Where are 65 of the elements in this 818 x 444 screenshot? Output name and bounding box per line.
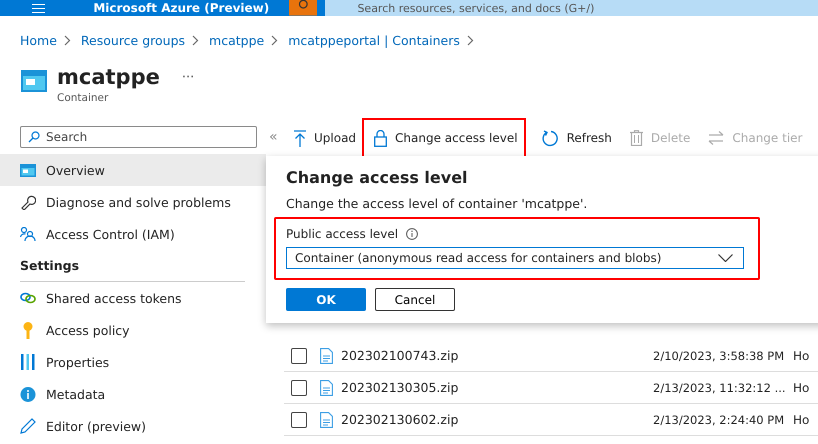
sidebar-item[interactable]: Diagnose and solve problems bbox=[0, 186, 266, 218]
link-icon bbox=[20, 292, 36, 304]
breadcrumb-link[interactable]: Home bbox=[20, 32, 57, 48]
more-button[interactable]: ··· bbox=[182, 70, 194, 84]
table-cell: Ho bbox=[793, 380, 810, 394]
file-name-link[interactable]: 202302130305.zip bbox=[341, 380, 653, 395]
sidebar-item[interactable]: Overview bbox=[0, 154, 266, 186]
dialog-button[interactable]: Cancel bbox=[375, 288, 455, 311]
toolbar-button[interactable]: Refresh bbox=[542, 130, 612, 146]
page-subtitle: Container bbox=[57, 92, 110, 104]
sidebar-item[interactable]: Shared access tokens bbox=[0, 282, 266, 314]
lock-icon bbox=[374, 130, 388, 146]
search-field[interactable]: Search resources, services, and docs (G+/) bbox=[325, 0, 818, 16]
pencil-icon bbox=[20, 418, 36, 434]
sidebar-item[interactable]: Access Control (IAM) bbox=[0, 218, 266, 250]
bars-icon bbox=[20, 354, 36, 370]
dialog-title: Change access level bbox=[286, 168, 469, 187]
upload-icon bbox=[294, 130, 306, 146]
search-icon bbox=[28, 131, 40, 143]
sidebar-item[interactable]: Access policy bbox=[0, 314, 266, 346]
sidebar-item[interactable]: Editor (preview) bbox=[0, 410, 266, 442]
table-cell-text: 2/13/2023, 2:24:40 PM bbox=[653, 412, 786, 426]
page-title: mcatppe bbox=[57, 64, 160, 90]
dialog-button[interactable]: OK bbox=[286, 288, 366, 311]
search-field[interactable]: Search bbox=[20, 126, 257, 148]
breadcrumb-link[interactable]: mcatppeportal | Containers bbox=[288, 32, 460, 48]
collapse-button[interactable]: « bbox=[269, 129, 278, 145]
people-icon bbox=[20, 226, 36, 242]
chevron-icon bbox=[466, 34, 474, 46]
info-icon bbox=[406, 228, 418, 240]
sidebar-item[interactable]: Metadata bbox=[0, 378, 266, 410]
dialog-description: Change the access level of container 'mcatppe'. bbox=[286, 196, 588, 211]
menu-icon[interactable] bbox=[32, 4, 46, 13]
access-level-dropdown[interactable]: Container (anonymous read access for containers and blobs) bbox=[286, 247, 744, 269]
row-checkbox[interactable] bbox=[291, 412, 307, 428]
field-label: Public access level bbox=[286, 227, 398, 241]
file-name-link[interactable]: 202302100743.zip bbox=[341, 348, 653, 363]
file-icon bbox=[320, 380, 333, 396]
row-checkbox[interactable] bbox=[291, 380, 307, 396]
row-checkbox[interactable] bbox=[291, 348, 307, 364]
sidebar-item[interactable]: Properties bbox=[0, 346, 266, 378]
toolbar-button[interactable]: Upload bbox=[294, 130, 356, 146]
table-cell: Ho bbox=[793, 348, 810, 362]
section-heading: Settings bbox=[20, 258, 245, 282]
portal-title: Microsoft Azure (Preview) bbox=[93, 0, 270, 16]
swap-icon bbox=[708, 131, 724, 145]
info-icon bbox=[20, 386, 36, 402]
table-cell-text: 2/10/2023, 3:58:38 PM bbox=[653, 348, 786, 362]
table-cell: Ho bbox=[793, 412, 810, 426]
chevron-down-icon bbox=[718, 254, 733, 262]
container-icon bbox=[21, 70, 47, 92]
table-cell-text: 2/13/2023, 11:32:12 ... bbox=[653, 380, 787, 394]
container-icon bbox=[20, 164, 36, 176]
chevron-icon bbox=[271, 34, 278, 46]
refresh-icon bbox=[542, 130, 559, 146]
file-icon bbox=[320, 348, 333, 364]
breadcrumb-link[interactable]: Resource groups bbox=[80, 32, 186, 48]
chevron-icon bbox=[192, 34, 200, 46]
trash-icon bbox=[630, 130, 643, 146]
toolbar-button[interactable]: Change access level bbox=[374, 130, 518, 146]
file-name-link[interactable]: 202302130602.zip bbox=[341, 412, 653, 427]
breadcrumb-link[interactable]: mcatppe bbox=[209, 32, 264, 48]
file-icon bbox=[320, 412, 333, 428]
chevron-icon bbox=[64, 34, 71, 46]
wrench-icon bbox=[20, 194, 36, 210]
